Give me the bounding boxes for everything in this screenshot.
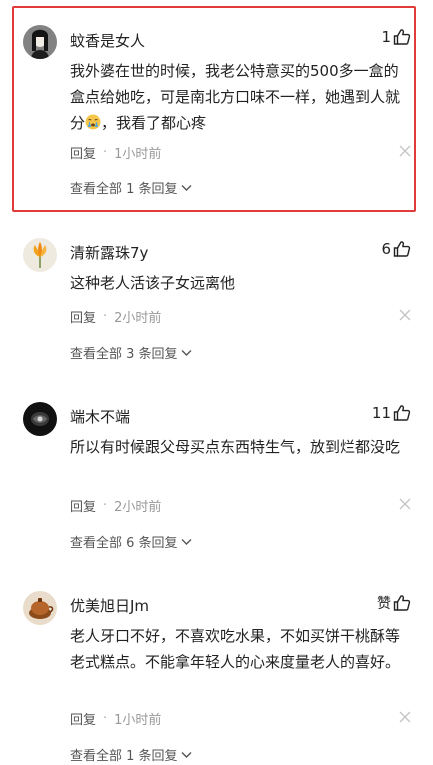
- crying-face-emoji: [85, 114, 101, 130]
- like-count: 1: [381, 28, 391, 46]
- timestamp: 2小时前: [114, 311, 162, 326]
- view-replies-button[interactable]: 查看全部 1 条回复: [70, 745, 192, 764]
- comment-meta: 回复 · 2小时前: [70, 307, 161, 326]
- username[interactable]: 清新露珠7y: [70, 242, 148, 263]
- comment-meta: 回复 · 2小时前: [70, 496, 161, 515]
- like-button[interactable]: 1: [381, 28, 411, 46]
- timestamp: 1小时前: [114, 147, 162, 162]
- timestamp: 2小时前: [114, 500, 162, 515]
- close-icon[interactable]: [399, 309, 411, 321]
- thumbs-up-icon: [393, 29, 411, 45]
- close-icon[interactable]: [399, 145, 411, 157]
- like-button[interactable]: 6: [381, 240, 411, 258]
- like-count: 赞: [377, 596, 391, 612]
- like-button[interactable]: 11: [372, 404, 411, 422]
- thumbs-up-icon: [393, 241, 411, 257]
- avatar[interactable]: [23, 238, 57, 272]
- view-replies-button[interactable]: 查看全部 1 条回复: [70, 178, 192, 197]
- like-count: 6: [381, 240, 391, 258]
- separator-dot: ·: [103, 145, 108, 160]
- chevron-down-icon: [181, 751, 192, 758]
- username[interactable]: 端木不端: [70, 406, 130, 427]
- chevron-down-icon: [181, 538, 192, 545]
- separator-dot: ·: [103, 498, 108, 513]
- thumbs-up-icon: [393, 595, 411, 611]
- reply-button[interactable]: 回复: [70, 496, 96, 515]
- close-icon[interactable]: [399, 498, 411, 510]
- comment-text: 我外婆在世的时候，我老公特意买的500多一盒的盒点给她吃，可是南北方口味不一样，…: [70, 62, 401, 132]
- separator-dot: ·: [103, 711, 108, 726]
- avatar[interactable]: [23, 591, 57, 625]
- avatar[interactable]: [23, 25, 57, 59]
- comment-text: 所以有时候跟父母买点东西特生气，放到烂都没吃: [70, 438, 401, 456]
- comment-meta: 回复 · 1小时前: [70, 143, 161, 162]
- username[interactable]: 优美旭日Jm: [70, 595, 149, 616]
- comment-meta: 回复 · 1小时前: [70, 709, 161, 728]
- chevron-down-icon: [181, 349, 192, 356]
- like-count: 11: [371, 404, 391, 422]
- reply-button[interactable]: 回复: [70, 307, 96, 326]
- username[interactable]: 蚊香是女人: [70, 30, 145, 51]
- thumbs-up-icon: [393, 405, 411, 421]
- view-replies-button[interactable]: 查看全部 6 条回复: [70, 532, 192, 551]
- timestamp: 1小时前: [114, 713, 162, 728]
- comment-text: 老人牙口不好，不喜欢吃水果，不如买饼干桃酥等老式糕点。不能拿年轻人的心来度量老人…: [70, 627, 401, 671]
- close-icon[interactable]: [399, 711, 411, 723]
- separator-dot: ·: [103, 309, 108, 324]
- chevron-down-icon: [181, 184, 192, 191]
- like-button[interactable]: 赞: [377, 593, 411, 613]
- comment-text: 这种老人活该子女远离他: [70, 274, 236, 292]
- view-replies-button[interactable]: 查看全部 3 条回复: [70, 343, 192, 362]
- reply-button[interactable]: 回复: [70, 709, 96, 728]
- reply-button[interactable]: 回复: [70, 143, 96, 162]
- avatar[interactable]: [23, 402, 57, 436]
